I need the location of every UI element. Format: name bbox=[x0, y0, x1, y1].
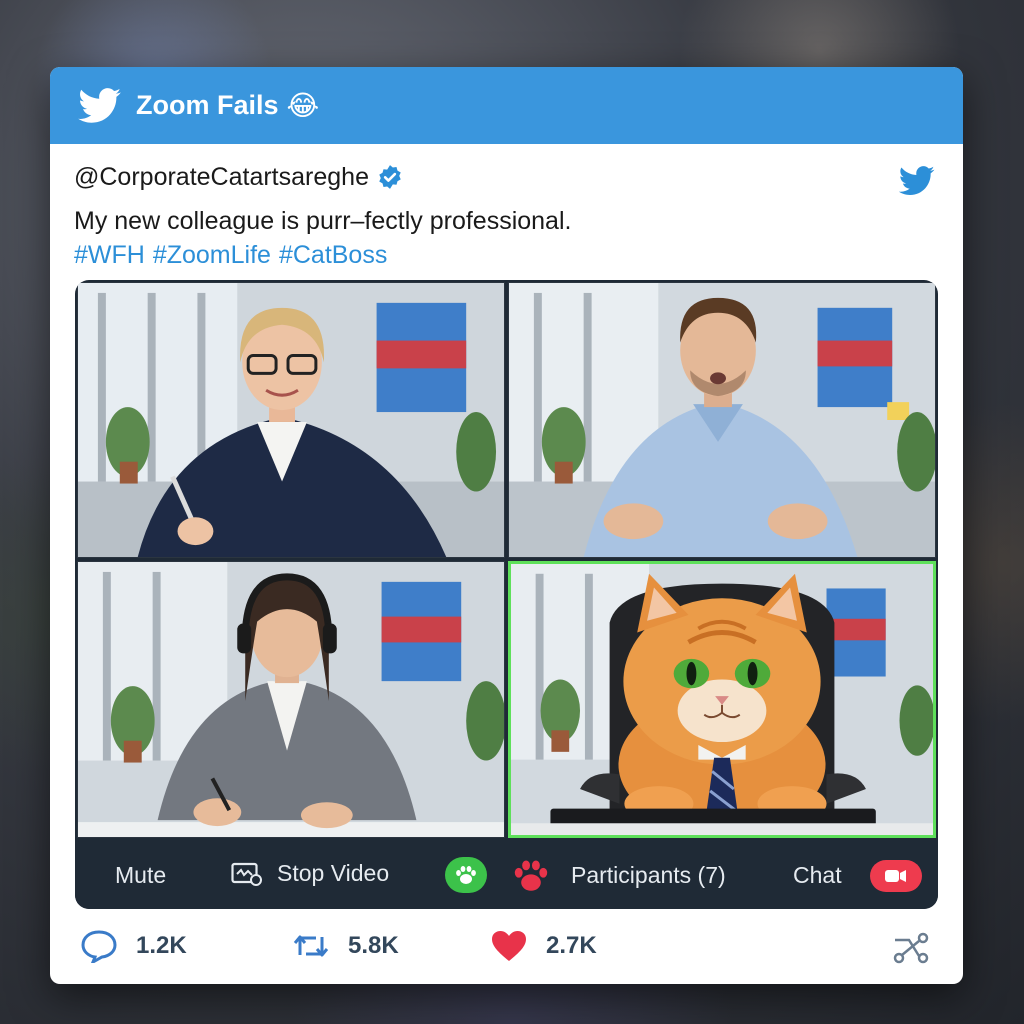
retweet-button[interactable]: 5.8K bbox=[292, 929, 399, 963]
paw-reaction-button[interactable] bbox=[445, 857, 487, 893]
hashtag-link[interactable]: #CatBoss bbox=[279, 241, 387, 269]
reply-icon bbox=[81, 930, 117, 963]
hashtags: #WFH #ZoomLife #CatBoss bbox=[74, 238, 939, 272]
hashtag-link[interactable]: #ZoomLife bbox=[153, 241, 271, 269]
video-icon bbox=[231, 862, 262, 886]
retweet-count: 5.8K bbox=[348, 932, 399, 959]
twitter-bird-icon bbox=[899, 166, 935, 195]
video-tile-participant-3[interactable] bbox=[77, 561, 505, 838]
participant-video bbox=[78, 283, 504, 557]
mute-label: Mute bbox=[115, 862, 167, 888]
tweet-text: My new colleague is purr–fectly professi… bbox=[74, 207, 572, 235]
participants-button[interactable]: Participants (7) bbox=[571, 862, 726, 889]
stop-video-label: Stop Video bbox=[277, 860, 390, 886]
stop-video-button[interactable]: Stop Video bbox=[231, 860, 389, 887]
video-tile-participant-2[interactable] bbox=[508, 282, 936, 558]
meeting-controls-bar: Mute Stop Video Participants (7) Chat bbox=[75, 840, 938, 909]
laughing-emoji-icon: 😂 bbox=[286, 90, 320, 121]
retweet-icon bbox=[293, 935, 329, 957]
share-icon[interactable] bbox=[891, 931, 931, 965]
chat-button[interactable]: Chat bbox=[793, 862, 842, 889]
heart-icon bbox=[492, 931, 526, 961]
author-row: @CorporateCatartsareghe bbox=[74, 160, 939, 194]
participant-video bbox=[511, 564, 933, 835]
participant-video bbox=[78, 562, 504, 837]
chat-label: Chat bbox=[793, 862, 842, 888]
tweet-body: @CorporateCatartsareghe My new colleague… bbox=[50, 144, 963, 272]
tweet-actions: 1.2K 5.8K 2.7K bbox=[50, 917, 963, 977]
record-button[interactable] bbox=[870, 860, 922, 892]
hashtag-link[interactable]: #WFH bbox=[74, 241, 145, 269]
verified-badge-icon bbox=[379, 165, 401, 189]
participants-label: Participants (7) bbox=[571, 862, 726, 888]
video-grid bbox=[77, 282, 936, 838]
paw-icon[interactable] bbox=[511, 858, 551, 894]
mute-button[interactable]: Mute bbox=[115, 862, 166, 889]
record-icon bbox=[885, 870, 906, 882]
card-header: Zoom Fails 😂 bbox=[50, 67, 963, 144]
reply-count: 1.2K bbox=[136, 932, 187, 959]
participant-video bbox=[509, 283, 935, 557]
paw-icon bbox=[456, 866, 476, 884]
like-button[interactable]: 2.7K bbox=[490, 929, 597, 963]
like-count: 2.7K bbox=[546, 932, 597, 959]
header-title: Zoom Fails bbox=[136, 90, 279, 120]
video-tile-participant-1[interactable] bbox=[77, 282, 505, 558]
zoom-meeting-window: Mute Stop Video Participants (7) Chat bbox=[75, 280, 938, 909]
author-handle[interactable]: @CorporateCatartsareghe bbox=[74, 163, 369, 192]
video-tile-participant-4-active-speaker[interactable] bbox=[508, 561, 936, 838]
tweet-card: Zoom Fails 😂 @CorporateCatartsareghe My … bbox=[50, 67, 963, 984]
reply-button[interactable]: 1.2K bbox=[80, 929, 187, 963]
twitter-bird-icon bbox=[78, 87, 121, 123]
